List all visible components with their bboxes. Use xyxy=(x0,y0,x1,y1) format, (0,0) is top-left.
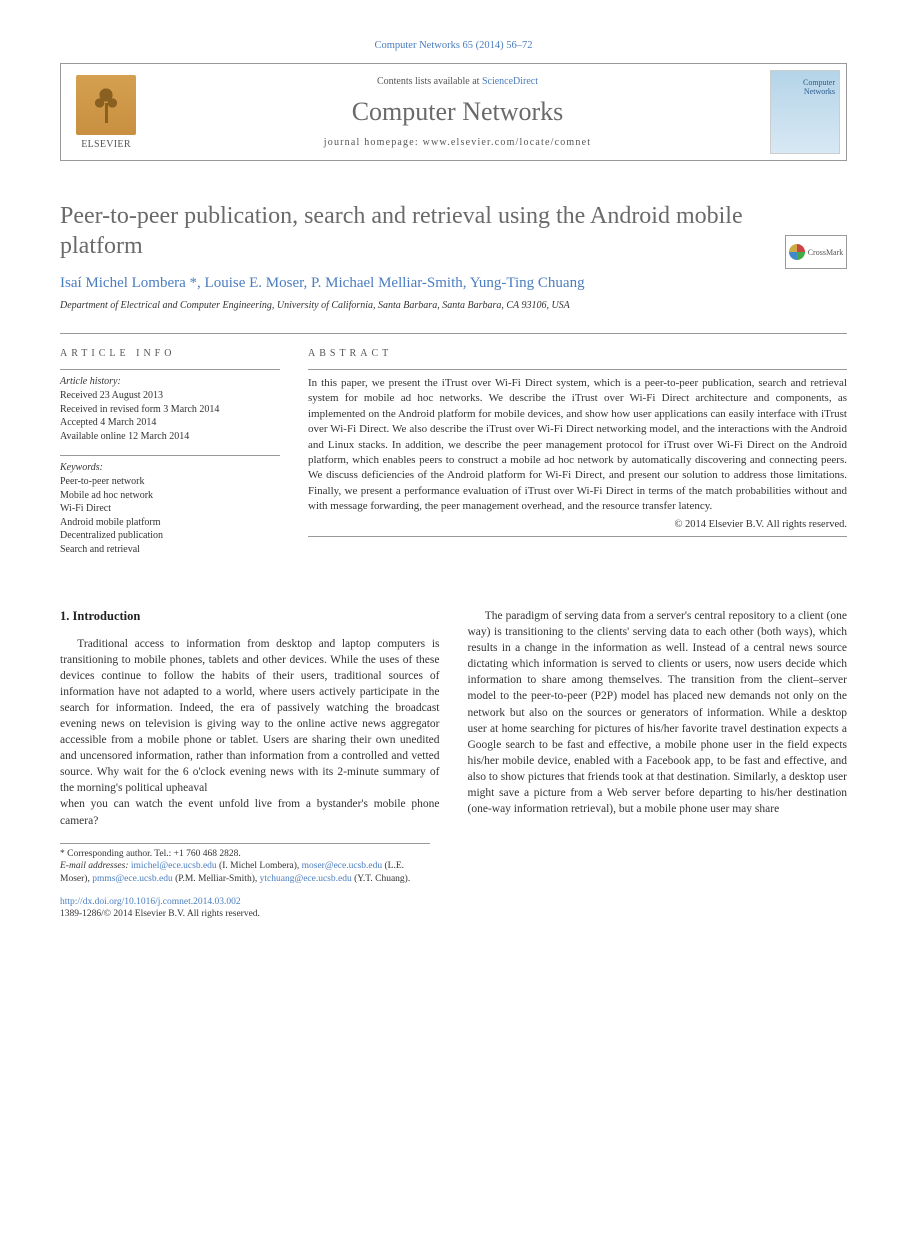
contents-prefix: Contents lists available at xyxy=(377,76,482,87)
abstract-copyright: © 2014 Elsevier B.V. All rights reserved… xyxy=(308,519,847,530)
keywords-block: Keywords: Peer-to-peer network Mobile ad… xyxy=(60,455,280,556)
keyword: Decentralized publication xyxy=(60,529,280,543)
section-number: 1. xyxy=(60,609,69,623)
abstract-rule xyxy=(308,536,847,537)
issn-copyright: 1389-1286/© 2014 Elsevier B.V. All right… xyxy=(60,909,260,919)
email-who: (P.M. Melliar-Smith) xyxy=(175,874,255,884)
email-link[interactable]: imichel@ece.ucsb.edu xyxy=(131,861,217,871)
email-link[interactable]: ytchuang@ece.ucsb.edu xyxy=(260,874,352,884)
elsevier-tree-icon xyxy=(76,75,136,135)
affiliation: Department of Electrical and Computer En… xyxy=(60,300,847,311)
info-abstract-row: ARTICLE INFO Article history: Received 2… xyxy=(60,333,847,568)
email-link[interactable]: pmms@ece.ucsb.edu xyxy=(92,874,173,884)
article-info-heading: ARTICLE INFO xyxy=(60,348,280,359)
crossmark-badge[interactable]: CrossMark xyxy=(785,235,847,269)
article-title: Peer-to-peer publication, search and ret… xyxy=(60,201,847,261)
emails-label: E-mail addresses: xyxy=(60,861,131,871)
article-info-column: ARTICLE INFO Article history: Received 2… xyxy=(60,348,280,568)
article-history: Article history: Received 23 August 2013… xyxy=(60,369,280,443)
journal-cover-thumbnail: Computer Networks xyxy=(770,70,840,154)
keyword: Android mobile platform xyxy=(60,516,280,530)
abstract-column: ABSTRACT In this paper, we present the i… xyxy=(308,348,847,568)
crossmark-icon xyxy=(789,244,805,260)
homepage-url[interactable]: www.elsevier.com/locate/comnet xyxy=(423,137,592,148)
history-line: Received in revised form 3 March 2014 xyxy=(60,403,280,417)
history-line: Accepted 4 March 2014 xyxy=(60,416,280,430)
email-who: (I. Michel Lombera) xyxy=(219,861,297,871)
keyword: Peer-to-peer network xyxy=(60,475,280,489)
history-line: Available online 12 March 2014 xyxy=(60,430,280,444)
contents-available: Contents lists available at ScienceDirec… xyxy=(161,76,754,87)
keyword: Mobile ad hoc network xyxy=(60,489,280,503)
doi-link[interactable]: http://dx.doi.org/10.1016/j.comnet.2014.… xyxy=(60,897,241,907)
body-paragraph: when you can watch the event unfold live… xyxy=(60,796,440,828)
body-columns: 1. Introduction Traditional access to in… xyxy=(60,608,847,829)
keyword: Wi-Fi Direct xyxy=(60,502,280,516)
keywords-label: Keywords: xyxy=(60,462,280,473)
history-label: Article history: xyxy=(60,376,280,387)
abstract-heading: ABSTRACT xyxy=(308,348,847,359)
homepage-prefix: journal homepage: xyxy=(324,137,423,148)
email-who: (Y.T. Chuang) xyxy=(354,874,408,884)
corresponding-author: * Corresponding author. Tel.: +1 760 468… xyxy=(60,848,430,861)
publisher-name: ELSEVIER xyxy=(81,139,131,150)
footnotes: * Corresponding author. Tel.: +1 760 468… xyxy=(60,843,430,921)
sciencedirect-link[interactable]: ScienceDirect xyxy=(482,76,538,87)
section-title: Introduction xyxy=(73,609,141,623)
authors-line: Isaí Michel Lombera *, Louise E. Moser, … xyxy=(60,275,847,292)
email-link[interactable]: moser@ece.ucsb.edu xyxy=(302,861,383,871)
journal-reference: Computer Networks 65 (2014) 56–72 xyxy=(60,40,847,51)
journal-homepage: journal homepage: www.elsevier.com/locat… xyxy=(161,137,754,148)
doi-block: http://dx.doi.org/10.1016/j.comnet.2014.… xyxy=(60,896,430,921)
body-paragraph: Traditional access to information from d… xyxy=(60,636,440,797)
section-heading: 1. Introduction xyxy=(60,608,440,626)
history-line: Received 23 August 2013 xyxy=(60,389,280,403)
abstract-text: In this paper, we present the iTrust ove… xyxy=(308,369,847,515)
header-center: Contents lists available at ScienceDirec… xyxy=(151,64,764,160)
elsevier-logo: ELSEVIER xyxy=(61,64,151,160)
article-page: Computer Networks 65 (2014) 56–72 ELSEVI… xyxy=(0,0,907,961)
journal-title: Computer Networks xyxy=(161,97,754,127)
keyword: Search and retrieval xyxy=(60,543,280,557)
crossmark-label: CrossMark xyxy=(808,248,844,257)
body-paragraph: The paradigm of serving data from a serv… xyxy=(468,608,848,817)
cover-title: Computer Networks xyxy=(775,79,835,97)
journal-header: ELSEVIER Contents lists available at Sci… xyxy=(60,63,847,161)
email-addresses: E-mail addresses: imichel@ece.ucsb.edu (… xyxy=(60,860,430,886)
